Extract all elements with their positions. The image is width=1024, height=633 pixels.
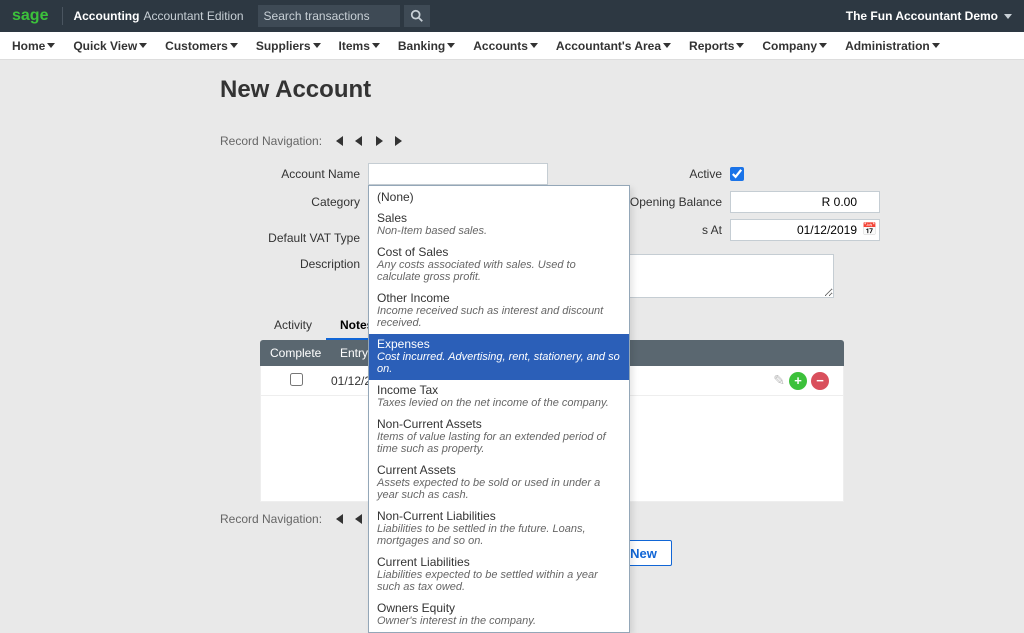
category-option-non-current-liabilities[interactable]: Non-Current LiabilitiesLiabilities to be… <box>369 506 629 552</box>
menu-items[interactable]: Items <box>339 39 380 53</box>
record-nav-label: Record Navigation: <box>220 512 322 526</box>
menu-accounts[interactable]: Accounts <box>473 39 538 53</box>
category-option-current-liabilities[interactable]: Current LiabilitiesLiabilities expected … <box>369 552 629 598</box>
caret-down-icon <box>819 43 827 48</box>
category-option-other-income[interactable]: Other IncomeIncome received such as inte… <box>369 288 629 334</box>
menu-reports[interactable]: Reports <box>689 39 744 53</box>
option-title: Expenses <box>377 337 621 351</box>
delete-row-button[interactable]: − <box>811 372 829 390</box>
record-nav-label: Record Navigation: <box>220 134 322 148</box>
menu-home[interactable]: Home <box>12 39 55 53</box>
search-input[interactable] <box>264 9 394 23</box>
active-checkbox[interactable] <box>730 167 744 181</box>
edit-icon[interactable]: ✎ <box>773 372 785 389</box>
option-title: Non-Current Liabilities <box>377 509 621 523</box>
logo: sage <box>12 7 48 25</box>
caret-down-icon <box>139 43 147 48</box>
category-option-sales[interactable]: SalesNon-Item based sales. <box>369 208 629 242</box>
caret-down-icon <box>1004 14 1012 19</box>
nav-first-button[interactable] <box>332 512 346 526</box>
col-complete[interactable]: Complete <box>260 346 330 360</box>
caret-down-icon <box>313 43 321 48</box>
option-title: Cost of Sales <box>377 245 621 259</box>
label-vat-type: Default VAT Type <box>220 231 368 245</box>
caret-down-icon <box>530 43 538 48</box>
label-category: Category <box>220 195 368 209</box>
menu-accountant-s-area[interactable]: Accountant's Area <box>556 39 671 53</box>
option-desc: Liabilities to be settled in the future.… <box>377 523 621 547</box>
option-title: Current Assets <box>377 463 621 477</box>
option-desc: Liabilities expected to be settled withi… <box>377 569 621 593</box>
label-active: Active <box>620 167 730 181</box>
label-account-name: Account Name <box>220 167 368 181</box>
menu-banking[interactable]: Banking <box>398 39 455 53</box>
calendar-icon[interactable]: 📅 <box>862 222 877 236</box>
opening-balance-input[interactable] <box>730 191 880 213</box>
menu-administration[interactable]: Administration <box>845 39 940 53</box>
as-at-input[interactable] <box>730 219 880 241</box>
option-title: Non-Current Assets <box>377 417 621 431</box>
caret-down-icon <box>47 43 55 48</box>
caret-down-icon <box>663 43 671 48</box>
search-container <box>258 5 400 27</box>
menu-bar: Home Quick View Customers Suppliers Item… <box>0 32 1024 60</box>
top-bar: sage Accounting Accountant Edition The F… <box>0 0 1024 32</box>
category-option-current-assets[interactable]: Current AssetsAssets expected to be sold… <box>369 460 629 506</box>
nav-first-button[interactable] <box>332 134 346 148</box>
menu-quick-view[interactable]: Quick View <box>73 39 147 53</box>
divider <box>62 7 63 25</box>
option-title: Sales <box>377 211 621 225</box>
category-option-cost-of-sales[interactable]: Cost of SalesAny costs associated with s… <box>369 242 629 288</box>
option-desc: Non-Item based sales. <box>377 225 621 237</box>
option-desc: Owner's interest in the company. <box>377 615 621 627</box>
label-opening-balance: Opening Balance <box>620 195 730 209</box>
page-title: New Account <box>220 76 1024 104</box>
category-option-income-tax[interactable]: Income TaxTaxes levied on the net income… <box>369 380 629 414</box>
tab-activity[interactable]: Activity <box>260 312 326 340</box>
menu-company[interactable]: Company <box>762 39 827 53</box>
label-description: Description <box>220 254 368 271</box>
option-desc: Items of value lasting for an extended p… <box>377 431 621 455</box>
company-menu[interactable]: The Fun Accountant Demo <box>846 9 1012 23</box>
form-right-column: Active Opening Balance s At 📅 <box>620 162 880 246</box>
account-name-input[interactable] <box>368 163 548 185</box>
option-desc: Taxes levied on the net income of the co… <box>377 397 621 409</box>
product-name: Accounting <box>73 9 139 23</box>
caret-down-icon <box>932 43 940 48</box>
option-desc: Cost incurred. Advertising, rent, statio… <box>377 351 621 375</box>
menu-customers[interactable]: Customers <box>165 39 238 53</box>
category-option-owners-equity[interactable]: Owners EquityOwner's interest in the com… <box>369 598 629 632</box>
category-option-none[interactable]: (None) <box>369 186 629 208</box>
company-name: The Fun Accountant Demo <box>846 9 998 23</box>
caret-down-icon <box>372 43 380 48</box>
nav-last-button[interactable] <box>392 134 406 148</box>
label-as-at: s At <box>620 223 730 237</box>
nav-next-button[interactable] <box>372 134 386 148</box>
menu-suppliers[interactable]: Suppliers <box>256 39 321 53</box>
category-option-non-current-assets[interactable]: Non-Current AssetsItems of value lasting… <box>369 414 629 460</box>
nav-prev-button[interactable] <box>352 134 366 148</box>
category-option-expenses[interactable]: ExpensesCost incurred. Advertising, rent… <box>369 334 629 380</box>
option-title: Income Tax <box>377 383 621 397</box>
product-edition: Accountant Edition <box>143 9 243 23</box>
option-title: Current Liabilities <box>377 555 621 569</box>
caret-down-icon <box>736 43 744 48</box>
add-row-button[interactable]: + <box>789 372 807 390</box>
search-icon <box>410 9 424 23</box>
option-desc: Assets expected to be sold or used in un… <box>377 477 621 501</box>
option-title: Other Income <box>377 291 621 305</box>
record-nav-top: Record Navigation: <box>220 134 1024 148</box>
option-desc: Income received such as interest and dis… <box>377 305 621 329</box>
category-dropdown: (None)SalesNon-Item based sales.Cost of … <box>368 185 630 633</box>
nav-prev-button[interactable] <box>352 512 366 526</box>
caret-down-icon <box>230 43 238 48</box>
option-desc: Any costs associated with sales. Used to… <box>377 259 621 283</box>
caret-down-icon <box>447 43 455 48</box>
option-title: Owners Equity <box>377 601 621 615</box>
row-complete-checkbox[interactable] <box>290 373 303 386</box>
search-button[interactable] <box>404 5 430 27</box>
